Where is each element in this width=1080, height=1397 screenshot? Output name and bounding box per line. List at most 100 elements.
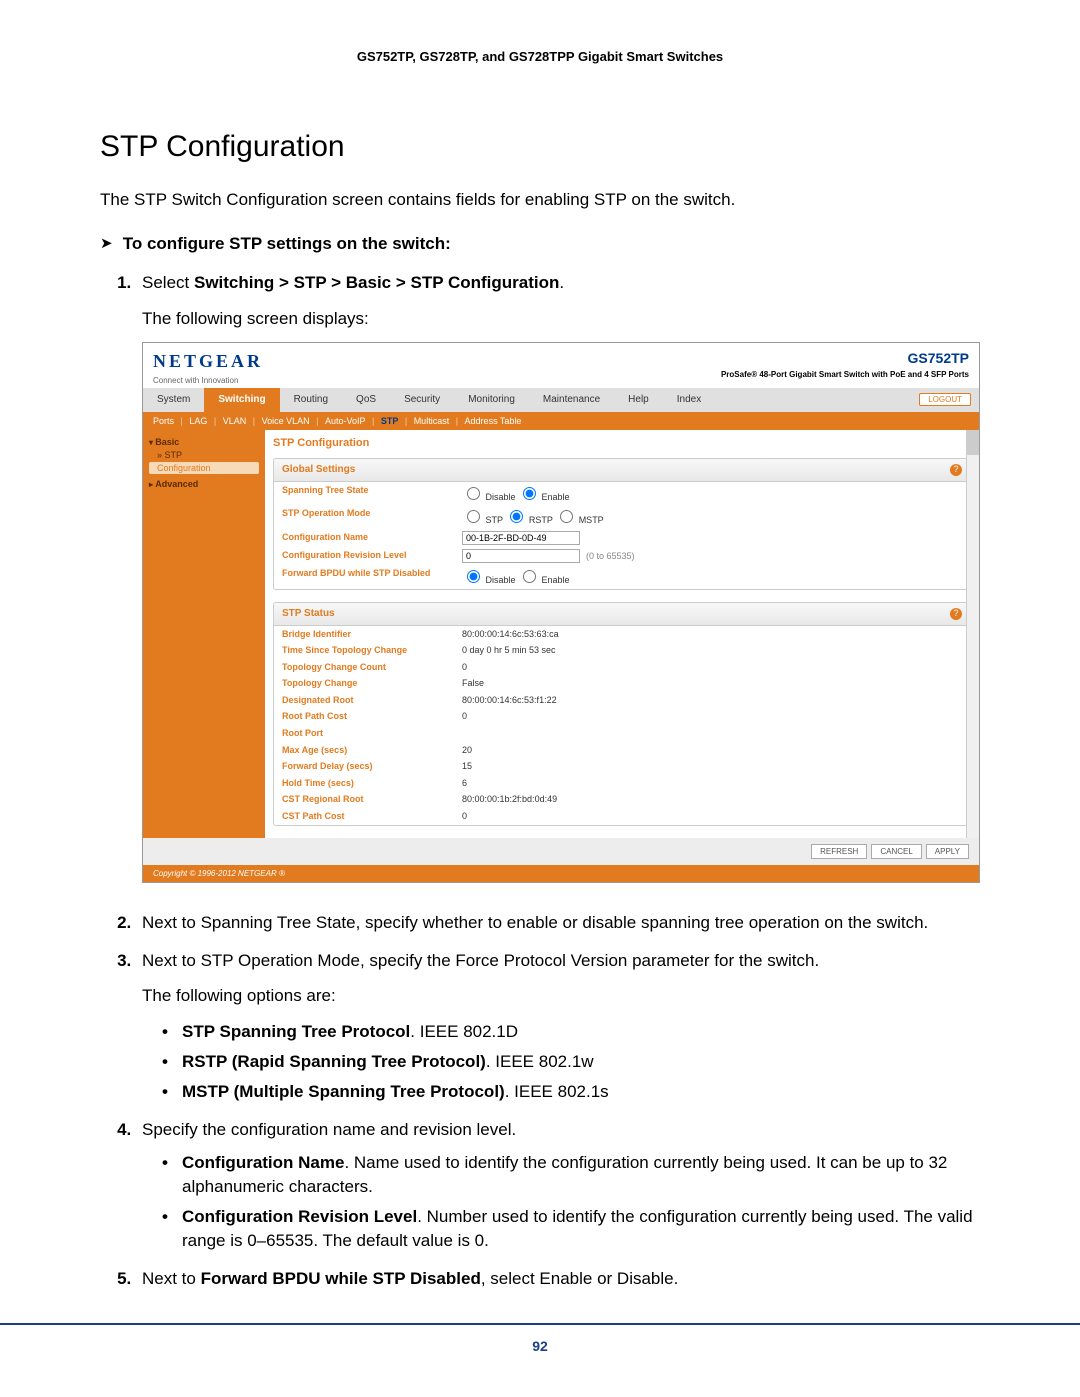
stp-status-panel: STP Status ? Bridge Identifier80:00:00:1… (273, 602, 971, 826)
doc-header: GS752TP, GS728TP, and GS728TPP Gigabit S… (100, 48, 980, 66)
field-label: Configuration Revision Level (282, 549, 462, 563)
global-settings-panel: Global Settings ? Spanning Tree State Di… (273, 458, 971, 590)
apply-button[interactable]: APPLY (926, 844, 969, 859)
tab-index[interactable]: Index (663, 388, 715, 412)
stp-status-title: STP Status (282, 607, 335, 621)
subtab-address-table[interactable]: Address Table (465, 416, 522, 426)
sub-tabs: Ports | LAG | VLAN | Voice VLAN | Auto-V… (143, 412, 979, 431)
scroll-thumb[interactable] (967, 430, 979, 455)
bullet-item: Configuration Name. Name used to identif… (162, 1151, 980, 1199)
footer-buttons: REFRESH CANCEL APPLY (143, 838, 979, 865)
ui-screenshot: NETGEAR Connect with Innovation GS752TP … (142, 342, 980, 882)
status-label: Topology Change Count (282, 661, 462, 674)
model-number: GS752TP (721, 349, 969, 369)
radio-disable[interactable] (467, 487, 480, 500)
status-value: 80:00:00:1b:2f:bd:0d:49 (462, 793, 962, 806)
subtab-auto-voip[interactable]: Auto-VoIP (325, 416, 366, 426)
sidebar-item-stp[interactable]: » STP (149, 449, 259, 462)
status-label: Time Since Topology Change (282, 644, 462, 657)
status-value: 0 (462, 661, 962, 674)
status-label: Bridge Identifier (282, 628, 462, 641)
status-value: False (462, 677, 962, 690)
copyright: Copyright © 1996-2012 NETGEAR ® (143, 865, 979, 882)
status-value: 0 day 0 hr 5 min 53 sec (462, 644, 962, 657)
status-label: Hold Time (secs) (282, 777, 462, 790)
sidebar-group-basic[interactable]: ▾ Basic (149, 436, 259, 449)
status-value: 80:00:00:14:6c:53:63:ca (462, 628, 962, 641)
main-tabs: SystemSwitchingRoutingQoSSecurityMonitor… (143, 388, 979, 412)
field-label: Configuration Name (282, 531, 462, 545)
global-settings-title: Global Settings (282, 463, 355, 477)
status-value: 6 (462, 777, 962, 790)
status-label: Topology Change (282, 677, 462, 690)
tab-switching[interactable]: Switching (204, 388, 279, 412)
tab-help[interactable]: Help (614, 388, 663, 412)
status-value: 80:00:00:14:6c:53:f1:22 (462, 694, 962, 707)
field-label: Spanning Tree State (282, 484, 462, 504)
text-input[interactable] (462, 549, 580, 563)
radio-enable[interactable] (523, 570, 536, 583)
help-icon[interactable]: ? (950, 608, 962, 620)
tab-monitoring[interactable]: Monitoring (454, 388, 529, 412)
status-value: 15 (462, 760, 962, 773)
field-value: (0 to 65535) (462, 549, 962, 563)
bullet-item: STP Spanning Tree Protocol. IEEE 802.1D (162, 1020, 980, 1044)
main-panel: STP Configuration Global Settings ? Span… (265, 430, 979, 837)
refresh-button[interactable]: REFRESH (811, 844, 867, 859)
status-value: 0 (462, 810, 962, 823)
sidebar-group-advanced[interactable]: ▸ Advanced (149, 478, 259, 491)
tab-system[interactable]: System (143, 388, 204, 412)
field-label: STP Operation Mode (282, 507, 462, 527)
step-5: Next to Forward BPDU while STP Disabled,… (136, 1267, 980, 1291)
tab-routing[interactable]: Routing (280, 388, 342, 412)
panel-heading: STP Configuration (273, 436, 971, 451)
netgear-logo: NETGEAR (153, 349, 263, 374)
status-label: CST Regional Root (282, 793, 462, 806)
status-label: Root Port (282, 727, 462, 740)
status-value (462, 727, 962, 740)
step-3: Next to STP Operation Mode, specify the … (136, 949, 980, 1104)
text-input[interactable] (462, 531, 580, 545)
status-label: Forward Delay (secs) (282, 760, 462, 773)
radio-rstp[interactable] (510, 510, 523, 523)
tab-qos[interactable]: QoS (342, 388, 390, 412)
subtab-ports[interactable]: Ports (153, 416, 174, 426)
status-label: Designated Root (282, 694, 462, 707)
status-label: Max Age (secs) (282, 744, 462, 757)
subtab-stp[interactable]: STP (381, 416, 399, 426)
subtab-voice-vlan[interactable]: Voice VLAN (262, 416, 310, 426)
step-list: Select Switching > STP > Basic > STP Con… (100, 271, 980, 1291)
page-number: 92 (0, 1323, 1080, 1357)
radio-disable[interactable] (467, 570, 480, 583)
procedure-heading: ➤ To configure STP settings on the switc… (100, 232, 980, 256)
arrow-icon: ➤ (100, 233, 118, 254)
bullet-item: Configuration Revision Level. Number use… (162, 1205, 980, 1253)
step-4: Specify the configuration name and revis… (136, 1118, 980, 1253)
field-value: Disable Enable (462, 567, 962, 587)
logout-button[interactable]: LOGOUT (919, 393, 971, 406)
bullet-item: MSTP (Multiple Spanning Tree Protocol). … (162, 1080, 980, 1104)
status-value: 20 (462, 744, 962, 757)
field-value (462, 531, 962, 545)
bullet-item: RSTP (Rapid Spanning Tree Protocol). IEE… (162, 1050, 980, 1074)
sidebar: ▾ Basic » STP Configuration ▸ Advanced (143, 430, 265, 837)
logo-tagline: Connect with Innovation (153, 375, 263, 386)
subtab-multicast[interactable]: Multicast (414, 416, 450, 426)
radio-stp[interactable] (467, 510, 480, 523)
field-label: Forward BPDU while STP Disabled (282, 567, 462, 587)
subtab-lag[interactable]: LAG (189, 416, 207, 426)
sidebar-item-configuration[interactable]: Configuration (149, 462, 259, 475)
cancel-button[interactable]: CANCEL (871, 844, 921, 859)
scrollbar[interactable] (966, 430, 979, 837)
help-icon[interactable]: ? (950, 464, 962, 476)
tab-security[interactable]: Security (390, 388, 454, 412)
radio-mstp[interactable] (560, 510, 573, 523)
step-1: Select Switching > STP > Basic > STP Con… (136, 271, 980, 883)
subtab-vlan[interactable]: VLAN (223, 416, 247, 426)
status-label: CST Path Cost (282, 810, 462, 823)
tab-maintenance[interactable]: Maintenance (529, 388, 614, 412)
status-value: 0 (462, 710, 962, 723)
model-description: ProSafe® 48-Port Gigabit Smart Switch wi… (721, 369, 969, 380)
radio-enable[interactable] (523, 487, 536, 500)
intro-text: The STP Switch Configuration screen cont… (100, 188, 980, 212)
